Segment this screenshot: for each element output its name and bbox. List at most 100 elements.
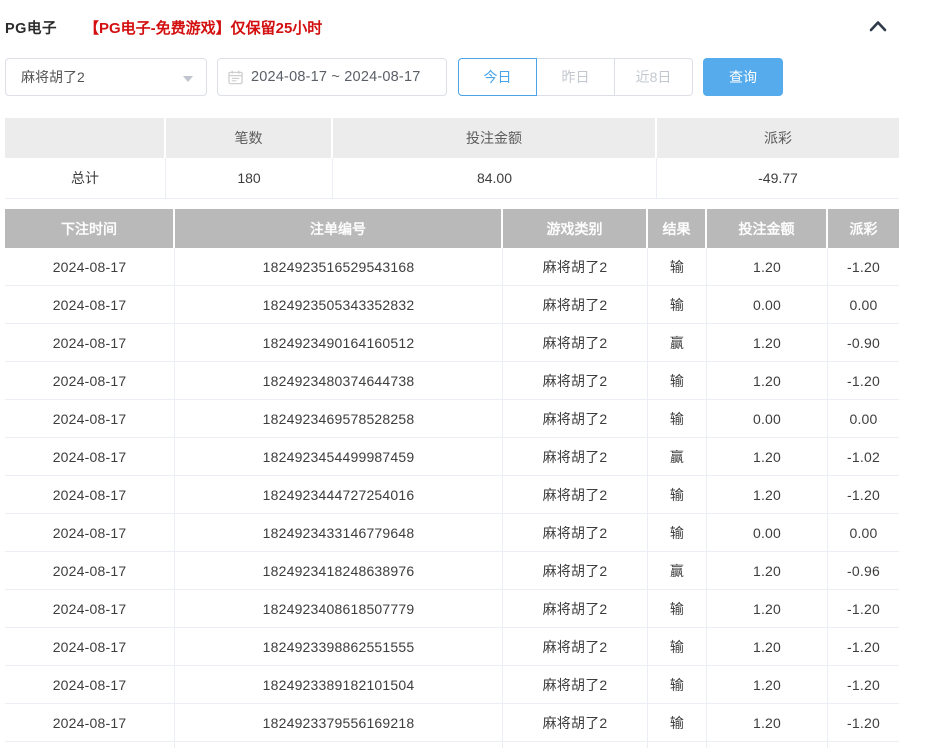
bet-id-cell: 1824923505343352832	[175, 286, 503, 323]
quick-range-button-2[interactable]: 近8日	[614, 58, 693, 96]
query-button[interactable]: 查询	[703, 58, 783, 96]
table-row: 2024-08-171824923379556169218麻将胡了2输1.20-…	[5, 704, 899, 742]
game-type-cell: 麻将胡了2	[503, 628, 648, 665]
bet-time-cell: 2024-08-17	[5, 286, 175, 323]
table-row: 2024-08-171824923408618507779麻将胡了2输1.20-…	[5, 590, 899, 628]
collapse-panel-button[interactable]	[866, 14, 890, 38]
records-header-cell: 结果	[648, 209, 707, 248]
bet-time-cell: 2024-08-17	[5, 666, 175, 703]
bet-amount-cell: 0.00	[707, 514, 828, 551]
table-row: 2024-08-171824923418248638976麻将胡了2赢1.20-…	[5, 552, 899, 590]
records-header-cell: 下注时间	[5, 209, 175, 248]
game-type-cell: 麻将胡了2	[503, 362, 648, 399]
bet-time-cell: 2024-08-17	[5, 590, 175, 627]
summary-header-row: 笔数投注金额派彩	[5, 118, 899, 158]
payout-cell: -1.20	[828, 704, 899, 741]
bet-time-cell: 2024-08-17	[5, 324, 175, 361]
summary-header-cell: 笔数	[166, 118, 333, 158]
bet-time-cell: 2024-08-17	[5, 704, 175, 741]
quick-range-button-0[interactable]: 今日	[458, 58, 537, 96]
result-cell: 输	[648, 362, 707, 399]
bet-amount-cell: 0.00	[707, 286, 828, 323]
quick-range-button-1[interactable]: 昨日	[536, 58, 615, 96]
summary-total-cell: 84.00	[333, 158, 657, 198]
bet-id-cell: 1824923454499987459	[175, 438, 503, 475]
table-row: 2024-08-171824923505343352832麻将胡了2输0.000…	[5, 286, 899, 324]
bet-id-cell: 1824923490164160512	[175, 324, 503, 361]
bet-time-cell: 2024-08-17	[5, 628, 175, 665]
bet-time-cell	[5, 742, 175, 748]
bet-id-cell: 1824923444727254016	[175, 476, 503, 513]
payout-cell: -1.20	[828, 666, 899, 703]
summary-table: 笔数投注金额派彩 总计18084.00-49.77	[5, 118, 899, 199]
records-header-cell: 投注金额	[707, 209, 828, 248]
summary-header-cell: 投注金额	[333, 118, 657, 158]
date-range-value: 2024-08-17 ~ 2024-08-17	[251, 69, 420, 85]
table-row: 2024-08-171824923444727254016麻将胡了2输1.20-…	[5, 476, 899, 514]
table-row: 2024-08-171824923433146779648麻将胡了2输0.000…	[5, 514, 899, 552]
date-range-input[interactable]: 2024-08-17 ~ 2024-08-17	[217, 58, 447, 96]
game-select[interactable]: 麻将胡了2	[5, 58, 207, 96]
bet-id-cell: 1824923516529543168	[175, 248, 503, 285]
table-row: 2024-08-171824923398862551555麻将胡了2输1.20-…	[5, 628, 899, 666]
result-cell: 赢	[648, 324, 707, 361]
bet-amount-cell: 1.20	[707, 590, 828, 627]
bet-time-cell: 2024-08-17	[5, 552, 175, 589]
table-row-clipped	[5, 742, 899, 748]
game-type-cell: 麻将胡了2	[503, 590, 648, 627]
records-table: 下注时间注单编号游戏类别结果投注金额派彩 2024-08-17182492351…	[5, 209, 899, 748]
payout-cell: -0.96	[828, 552, 899, 589]
game-type-cell	[503, 742, 648, 748]
payout-cell: -1.20	[828, 476, 899, 513]
result-cell: 输	[648, 514, 707, 551]
payout-cell: -1.02	[828, 438, 899, 475]
bet-id-cell: 1824923408618507779	[175, 590, 503, 627]
payout-cell	[828, 742, 899, 748]
game-type-cell: 麻将胡了2	[503, 514, 648, 551]
game-type-cell: 麻将胡了2	[503, 704, 648, 741]
summary-total-cell: -49.77	[657, 158, 899, 198]
table-row: 2024-08-171824923389182101504麻将胡了2输1.20-…	[5, 666, 899, 704]
game-type-cell: 麻将胡了2	[503, 248, 648, 285]
table-row: 2024-08-171824923490164160512麻将胡了2赢1.20-…	[5, 324, 899, 362]
payout-cell: -1.20	[828, 590, 899, 627]
calendar-icon	[228, 70, 243, 85]
game-type-cell: 麻将胡了2	[503, 324, 648, 361]
table-row: 2024-08-171824923516529543168麻将胡了2输1.20-…	[5, 248, 899, 286]
result-cell: 输	[648, 704, 707, 741]
summary-header-cell	[5, 118, 166, 158]
payout-cell: -1.20	[828, 248, 899, 285]
result-cell	[648, 742, 707, 748]
summary-total-cell: 总计	[5, 158, 166, 198]
bet-id-cell: 1824923433146779648	[175, 514, 503, 551]
bet-amount-cell: 1.20	[707, 438, 828, 475]
bet-amount-cell: 1.20	[707, 552, 828, 589]
bet-time-cell: 2024-08-17	[5, 438, 175, 475]
payout-cell: -0.90	[828, 324, 899, 361]
filter-controls: 麻将胡了2 2024-08-17 ~ 2024-08-17 今日昨日近8日	[5, 58, 899, 96]
game-type-cell: 麻将胡了2	[503, 476, 648, 513]
bet-amount-cell: 1.20	[707, 476, 828, 513]
game-type-cell: 麻将胡了2	[503, 400, 648, 437]
pg-records-panel: PG电子 【PG电子-免费游戏】仅保留25小时 麻将胡了2	[0, 0, 934, 747]
result-cell: 输	[648, 400, 707, 437]
game-type-cell: 麻将胡了2	[503, 438, 648, 475]
records-header-cell: 游戏类别	[503, 209, 648, 248]
payout-cell: -1.20	[828, 628, 899, 665]
game-type-cell: 麻将胡了2	[503, 666, 648, 703]
bet-amount-cell: 1.20	[707, 704, 828, 741]
records-header-cell: 派彩	[828, 209, 899, 248]
result-cell: 输	[648, 666, 707, 703]
summary-header-cell: 派彩	[657, 118, 899, 158]
payout-cell: 0.00	[828, 400, 899, 437]
bet-amount-cell: 0.00	[707, 400, 828, 437]
table-row: 2024-08-171824923454499987459麻将胡了2赢1.20-…	[5, 438, 899, 476]
bet-amount-cell: 1.20	[707, 666, 828, 703]
caret-down-icon	[183, 76, 193, 82]
bet-amount-cell: 1.20	[707, 362, 828, 399]
game-type-cell: 麻将胡了2	[503, 552, 648, 589]
quick-range-group: 今日昨日近8日	[458, 58, 693, 96]
game-type-cell: 麻将胡了2	[503, 286, 648, 323]
payout-cell: -1.20	[828, 362, 899, 399]
records-header-row: 下注时间注单编号游戏类别结果投注金额派彩	[5, 209, 899, 248]
